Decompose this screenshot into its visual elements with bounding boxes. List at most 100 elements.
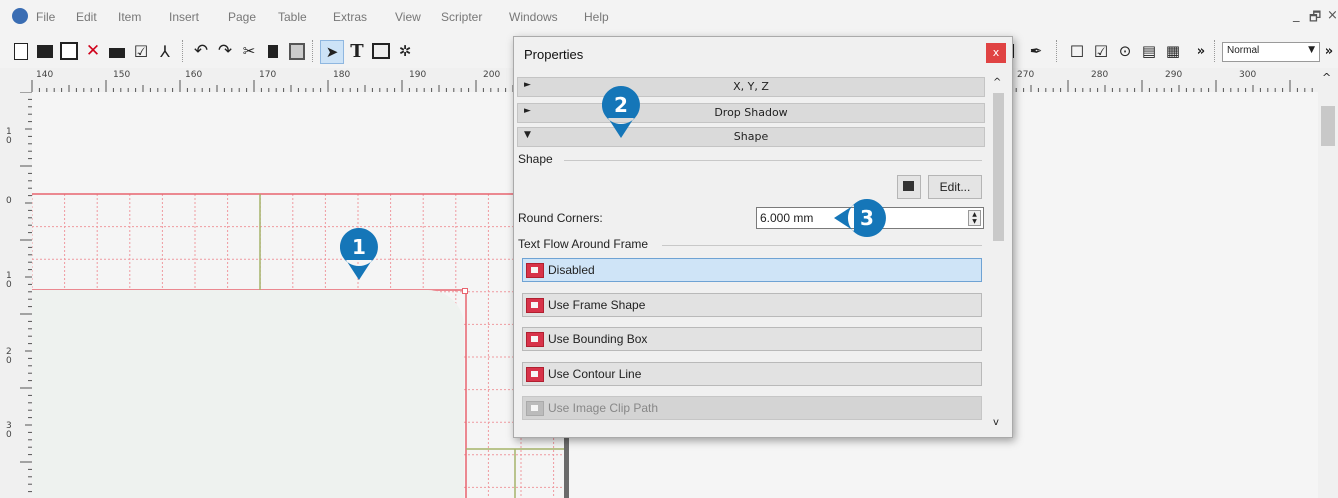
ruler-label: 290 [1165, 70, 1183, 80]
toolbar-separator [182, 40, 183, 62]
image-clip-path-flow-icon [526, 401, 544, 416]
callout-number: 1 [352, 235, 366, 259]
ruler-label: 270 [1017, 70, 1035, 80]
view-mode-select[interactable]: Normal ▼ [1222, 42, 1320, 62]
menu-windows[interactable]: Windows [509, 10, 558, 24]
print-icon[interactable] [106, 40, 128, 62]
save-icon[interactable] [58, 40, 80, 62]
pdf-list-icon[interactable]: ▤ [1138, 40, 1160, 62]
minimize-icon[interactable]: _ [1293, 8, 1300, 23]
section-drop-shadow[interactable]: ► Drop Shadow [517, 103, 985, 123]
restore-icon[interactable]: 🗗 [1309, 8, 1321, 30]
text-flow-label: Text Flow Around Frame [518, 237, 649, 251]
panel-scrollbar[interactable]: ^ v [990, 77, 1006, 433]
menu-insert[interactable]: Insert [169, 10, 199, 24]
pdf-checkbox-icon[interactable]: ☑ [1090, 40, 1112, 62]
ruler-label: 150 [113, 70, 131, 80]
close-icon[interactable]: x [986, 43, 1006, 63]
ruler-ticks [20, 92, 32, 493]
ruler-label: 160 [185, 70, 203, 80]
callout-2: 2 [602, 86, 640, 138]
panel-scrollbar-thumb[interactable] [993, 93, 1004, 241]
ruler-label: 140 [36, 70, 54, 80]
export-pdf-icon[interactable]: ⅄ [154, 40, 176, 62]
edit-shape-button[interactable]: Edit... [928, 175, 982, 199]
pdf-button-icon[interactable]: ☐ [1066, 40, 1088, 62]
ruler-label: 190 [409, 70, 427, 80]
text-flow-contour-line-button[interactable]: Use Contour Line [522, 362, 982, 386]
new-document-icon[interactable] [10, 40, 32, 62]
redo-icon[interactable]: ↷ [214, 40, 236, 62]
ruler-label: 180 [333, 70, 351, 80]
pdf-combo-icon[interactable]: ▦ [1162, 40, 1184, 62]
spinner-icon[interactable]: ▲ ▼ [968, 210, 981, 226]
paste-icon[interactable] [286, 40, 308, 62]
chevron-down-icon: ▼ [1308, 45, 1315, 55]
copy-icon[interactable] [262, 40, 284, 62]
pdf-radio-icon[interactable]: ⊙ [1114, 40, 1136, 62]
menu-extras[interactable]: Extras [333, 10, 367, 24]
menu-item[interactable]: Item [118, 10, 141, 24]
vertical-ruler: 1 0 0 1 0 2 0 3 0 [0, 92, 33, 498]
render-frame-icon[interactable]: ✲ [394, 40, 416, 62]
undo-icon[interactable]: ↶ [190, 40, 212, 62]
scroll-up-icon[interactable]: ^ [993, 77, 1001, 88]
close-document-icon[interactable]: ✕ [82, 40, 104, 62]
shape-picker-button[interactable] [897, 175, 921, 199]
toolbar-separator [312, 40, 313, 62]
scroll-up-icon[interactable]: ^ [1322, 71, 1331, 84]
ruler-label: 3 0 [6, 421, 12, 440]
section-label: Shape [733, 130, 769, 143]
option-label: Use Bounding Box [548, 332, 648, 346]
text-flow-disabled-button[interactable]: Disabled [522, 258, 982, 282]
option-label: Disabled [548, 263, 595, 277]
ruler-label: 170 [259, 70, 277, 80]
text-frame-icon[interactable]: T [346, 40, 368, 62]
menu-bar: File Edit Item Insert Page Table Extras … [0, 0, 1338, 34]
ruler-label: 0 [6, 196, 12, 206]
text-flow-image-clip-path-button: Use Image Clip Path [522, 396, 982, 420]
scrollbar-thumb[interactable] [1321, 106, 1335, 146]
menu-file[interactable]: File [36, 10, 55, 24]
scroll-down-icon[interactable]: v [993, 417, 999, 428]
section-shape[interactable]: ▼ Shape [517, 127, 985, 147]
ruler-label: 1 0 [6, 271, 12, 290]
ruler-label: 300 [1239, 70, 1257, 80]
frame-handle[interactable] [462, 288, 468, 294]
rounded-frame[interactable] [32, 290, 464, 498]
option-label: Use Image Clip Path [548, 401, 659, 415]
close-window-icon[interactable]: × [1327, 8, 1338, 23]
menu-view[interactable]: View [395, 10, 421, 24]
ruler-label: 280 [1091, 70, 1109, 80]
contour-line-flow-icon [526, 367, 544, 382]
menu-edit[interactable]: Edit [76, 10, 97, 24]
menu-table[interactable]: Table [278, 10, 307, 24]
open-folder-icon[interactable] [34, 40, 56, 62]
disabled-flow-icon [526, 263, 544, 278]
select-tool-icon[interactable]: ➤ [320, 40, 344, 64]
preflight-check-icon[interactable]: ☑ [130, 40, 152, 62]
ruler-label: 1 0 [6, 127, 12, 146]
text-flow-bounding-box-button[interactable]: Use Bounding Box [522, 327, 982, 351]
menu-help[interactable]: Help [584, 10, 609, 24]
callout-number: 2 [614, 93, 628, 117]
group-divider [662, 245, 982, 246]
toolbar-overflow-icon[interactable]: » [1190, 40, 1212, 62]
shape-group-label: Shape [518, 152, 553, 166]
image-frame-icon[interactable] [370, 40, 392, 62]
vertical-scrollbar[interactable] [1318, 92, 1338, 498]
callout-number: 3 [860, 206, 874, 230]
ruler-label: 200 [483, 70, 501, 80]
callout-1: 1 [340, 228, 378, 280]
group-divider [564, 160, 982, 161]
option-label: Use Frame Shape [548, 298, 646, 312]
text-flow-frame-shape-button[interactable]: Use Frame Shape [522, 293, 982, 317]
eyedropper-icon[interactable]: ✒ [1025, 40, 1047, 62]
menu-scripter[interactable]: Scripter [441, 10, 482, 24]
callout-3: 3 [834, 199, 886, 237]
toolbar-overflow-icon[interactable]: » [1320, 40, 1338, 62]
section-xyz[interactable]: ► X, Y, Z [517, 77, 985, 97]
cut-icon[interactable]: ✂ [238, 40, 260, 62]
menu-page[interactable]: Page [228, 10, 256, 24]
round-corners-label: Round Corners: [518, 211, 603, 225]
